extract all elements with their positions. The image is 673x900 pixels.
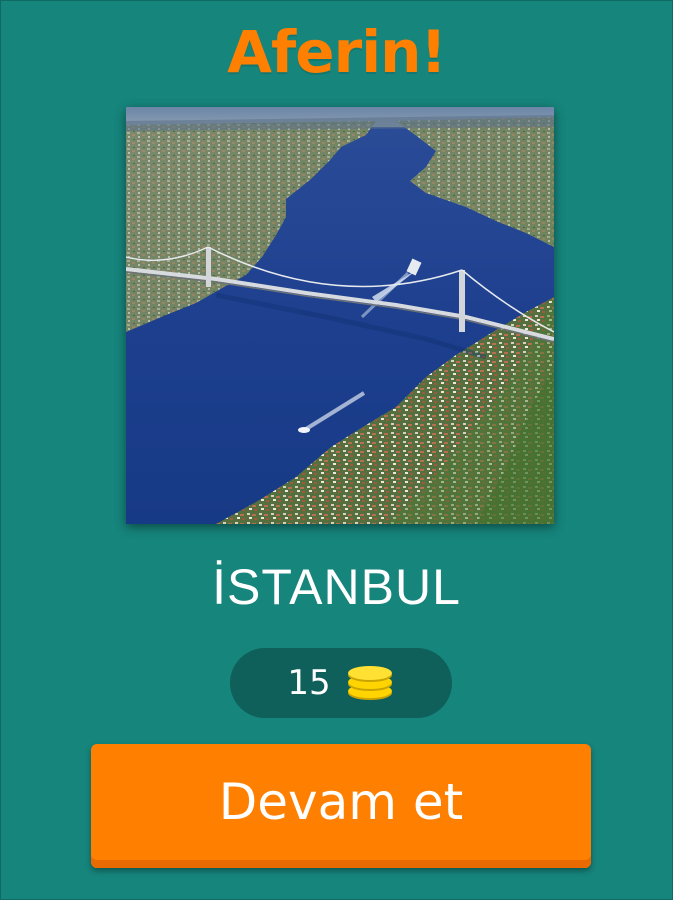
answer-text: İSTANBUL	[212, 559, 461, 615]
reward-amount: 15	[287, 663, 331, 703]
bosphorus-photo-image	[126, 107, 554, 524]
reward-badge: 15	[230, 648, 452, 718]
page-title: Aferin!	[227, 18, 447, 86]
coin-stack-icon	[347, 666, 392, 700]
continue-button[interactable]: Devam et	[91, 744, 591, 868]
continue-button-label: Devam et	[218, 773, 464, 831]
question-photo	[126, 107, 554, 524]
